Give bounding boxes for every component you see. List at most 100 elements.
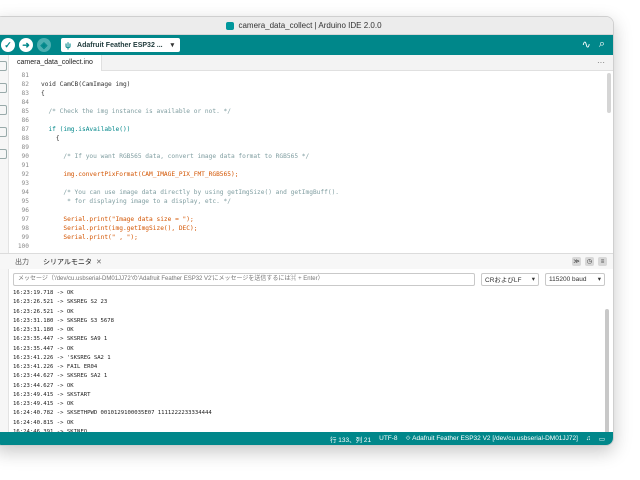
code-text: Serial.print("Image data size = "); [41, 216, 194, 223]
code-line: 87 if (img.isAvailable()) [9, 125, 613, 134]
tab-serial-monitor[interactable]: シリアルモニタ ✕ [43, 257, 102, 267]
code-line: 94 /* You can use image data directly by… [9, 188, 613, 197]
board-status[interactable]: ⟐ Adafruit Feather ESP32 V2 [/dev/cu.usb… [406, 435, 578, 443]
serial-line: 16:23:31.180 -> OK [13, 327, 74, 333]
code-lines: 81 82 void CamCB(CamImage img) 83{84 85 /* C… [9, 71, 613, 251]
toolbar-right: ∿ ⌕ [582, 38, 605, 51]
status-bar: 行 133、列 21 UTF-8 ⟐ Adafruit Feather ESP3… [0, 432, 613, 445]
baud-rate-value: 115200 baud [549, 275, 587, 283]
timestamp-icon[interactable]: ◷ [585, 257, 594, 266]
serial-line: 16:23:35.447 -> OK [13, 345, 74, 352]
line-number: 83 [21, 90, 29, 97]
file-encoding[interactable]: UTF-8 [379, 435, 397, 442]
code-text: { [41, 135, 60, 142]
code-text: Serial.print(" , "); [41, 234, 138, 241]
tab-output[interactable]: 出力 [15, 257, 29, 267]
board-selector[interactable]: ψ Adafruit Feather ESP32 ... ▾ [61, 38, 181, 52]
code-line: 95 * for displaying image to a display, … [9, 197, 613, 206]
check-icon: ✓ [4, 39, 12, 50]
line-number: 88 [21, 135, 29, 142]
tab-serial-monitor-label: シリアルモニタ [43, 258, 92, 266]
sketchbook-icon[interactable] [0, 61, 7, 71]
chevron-down-icon: ▾ [531, 276, 535, 283]
board-selector-label: Adafruit Feather ESP32 ... [77, 41, 163, 49]
serial-monitor-icon[interactable]: ⌕ [599, 38, 605, 51]
code-text: /* If you want RGB565 data, convert imag… [41, 153, 310, 160]
code-line: 88 { [9, 134, 613, 143]
line-number: 99 [21, 234, 29, 241]
line-number: 92 [21, 171, 29, 178]
serial-plotter-icon[interactable]: ∿ [582, 38, 591, 51]
line-number: 90 [21, 153, 29, 160]
upload-button[interactable]: ➜ [19, 38, 33, 52]
code-editor[interactable]: 81 82 void CamCB(CamImage img) 83{84 85 /* C… [9, 71, 613, 251]
code-line: 92 img.convertPixFormat(CAM_IMAGE_PIX_FM… [9, 170, 613, 179]
code-line: 84 [9, 98, 613, 107]
line-number: 94 [21, 189, 29, 196]
code-line: 86 [9, 116, 613, 125]
serial-line: 16:23:26.521 -> SKSREG S2 23 [13, 299, 108, 306]
cursor-position[interactable]: 行 133、列 21 [330, 434, 371, 444]
arrow-right-icon: ➜ [22, 39, 30, 50]
code-line: 99 Serial.print(" , "); [9, 233, 613, 242]
code-text: { [41, 90, 45, 97]
code-line: 91 [9, 161, 613, 170]
more-icon[interactable]: ··· [597, 58, 605, 67]
search-icon[interactable] [0, 149, 7, 159]
verify-button[interactable]: ✓ [1, 38, 15, 52]
serial-output: 16:23:19.718 -> OK 16:23:26.521 -> SKSREG… [13, 289, 601, 445]
serial-line: 16:23:19.718 -> OK [13, 290, 74, 296]
debug-icon: ◈ [40, 39, 48, 50]
code-line: 93 [9, 179, 613, 188]
clear-output-icon[interactable]: ≡ [598, 257, 607, 266]
serial-line: 16:23:31.180 -> SKSREG S3 5678 [13, 317, 115, 324]
editor-scrollbar[interactable] [607, 73, 611, 113]
panel-tools: ≫ ◷ ≡ [572, 257, 607, 266]
serial-scrollbar[interactable] [605, 309, 609, 445]
boards-manager-icon[interactable] [0, 83, 7, 93]
code-line: 85 /* Check the img instance is availabl… [9, 107, 613, 116]
code-text: /* You can use image data directly by us… [41, 189, 340, 196]
line-number: 89 [21, 144, 29, 151]
serial-line: 16:23:44.627 -> OK [13, 382, 74, 389]
serial-line: 16:23:44.627 -> SKSREG SA2 1 [13, 373, 108, 380]
activity-bar [0, 55, 9, 432]
line-number: 91 [21, 162, 29, 169]
library-manager-icon[interactable] [0, 105, 7, 115]
debug-button[interactable]: ◈ [37, 38, 51, 52]
chevron-down-icon: ▾ [170, 42, 175, 49]
arduino-app-icon [226, 21, 235, 30]
code-text: /* Check the img instance is available o… [41, 108, 231, 115]
line-number: 100 [17, 243, 29, 250]
serial-line: 16:23:49.415 -> OK [13, 401, 74, 407]
tab-sketch-file-label: camera_data_collect.ino [17, 59, 93, 66]
line-number: 95 [21, 198, 29, 205]
code-line: 97 Serial.print("Image data size = "); [9, 215, 613, 224]
autoscroll-icon[interactable]: ≫ [572, 257, 581, 266]
line-number: 93 [21, 180, 29, 187]
serial-line: 16:23:41.226 -> 'SKSREG SA2 1 [13, 354, 111, 361]
line-number: 97 [21, 216, 29, 223]
close-icon[interactable]: ✕ [96, 258, 102, 266]
panel-toggle-icon[interactable]: ▭ [599, 435, 605, 443]
code-text: if (img.isAvailable()) [41, 126, 131, 133]
serial-line: 16:23:35.447 -> SKSREG SA9 1 [13, 336, 108, 343]
line-number: 85 [21, 108, 29, 115]
code-line: 81 [9, 71, 613, 80]
board-status-label: Adafruit Feather ESP32 V2 [/dev/cu.usbse… [412, 434, 578, 442]
editor-tab-bar: camera_data_collect.ino ··· [9, 54, 613, 71]
baud-rate-select[interactable]: 115200 baud ▾ [545, 272, 605, 286]
notification-bell-icon[interactable]: ♫ [586, 435, 591, 442]
debug-panel-icon[interactable] [0, 127, 7, 137]
line-ending-select[interactable]: CRおよびLF ▾ [481, 272, 539, 286]
line-number: 81 [21, 72, 29, 79]
line-number: 96 [21, 207, 29, 214]
title-bar: camera_data_collect | Arduino IDE 2.0.0 [0, 17, 613, 35]
ide-window: camera_data_collect | Arduino IDE 2.0.0 … [0, 16, 614, 446]
line-number: 98 [21, 225, 29, 232]
serial-line: 16:23:26.521 -> OK [13, 308, 74, 315]
serial-message-input[interactable] [13, 272, 475, 286]
serial-line: 16:24:40.815 -> OK [13, 419, 74, 426]
tab-output-label: 出力 [15, 258, 29, 266]
tab-sketch-file[interactable]: camera_data_collect.ino [9, 54, 102, 71]
